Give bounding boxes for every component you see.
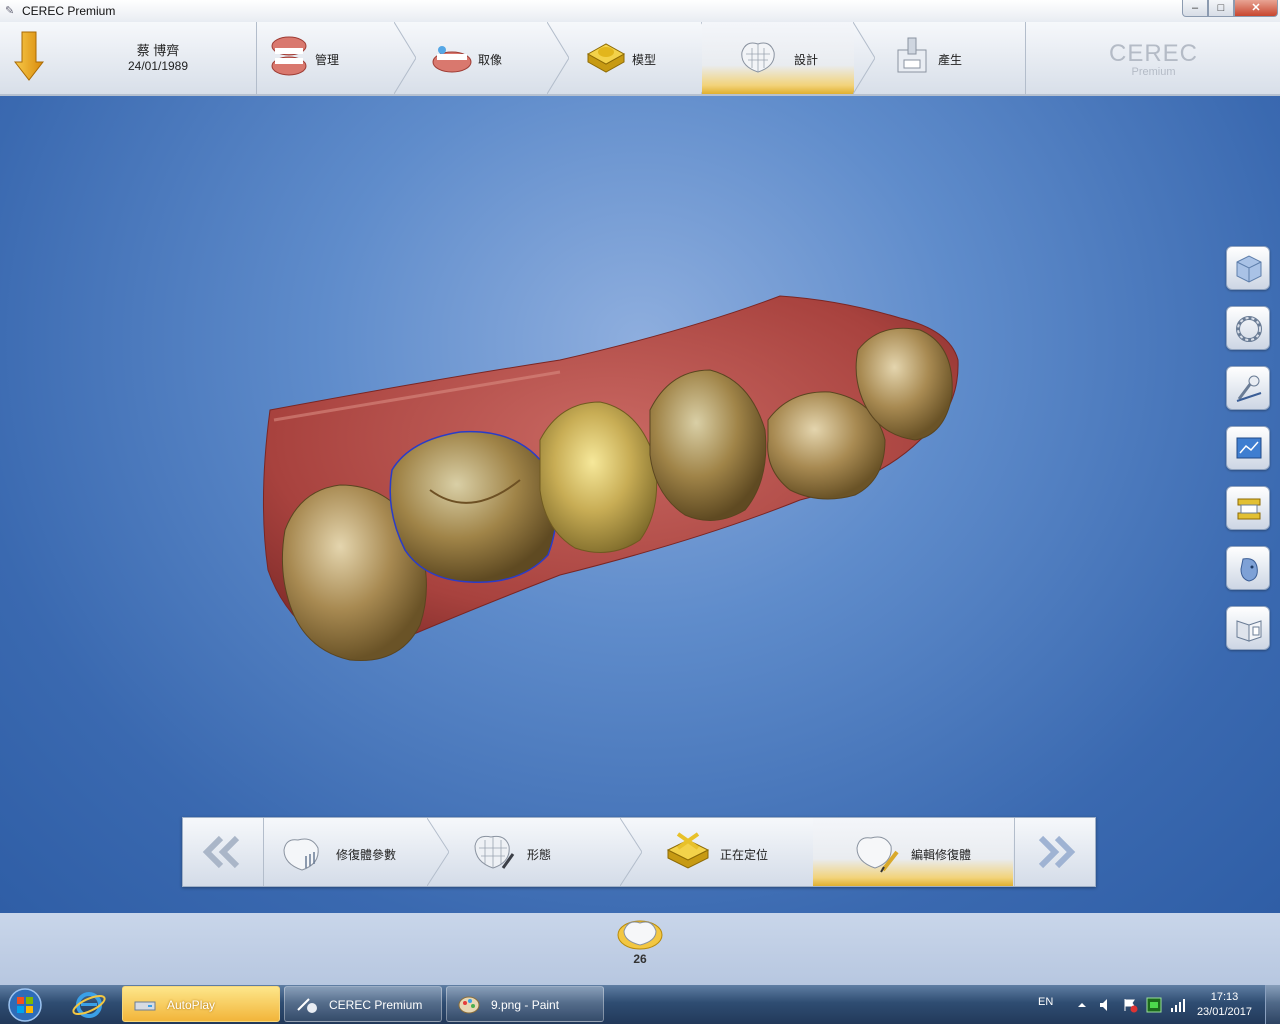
clock-date: 23/01/2017 [1196, 1006, 1252, 1018]
back-arrow-icon [14, 31, 44, 81]
tab-scan-label: 取像 [478, 53, 503, 67]
taskbar-autoplay[interactable]: AutoPlay [122, 986, 280, 1022]
patient-dob: 24/01/1989 [127, 59, 189, 73]
model-icon [586, 43, 626, 73]
analysis-screen-icon [1236, 437, 1262, 459]
restoration-tooth-icon[interactable] [614, 913, 666, 953]
scan-icon [432, 46, 472, 73]
paint-icon [458, 996, 480, 1014]
3d-viewport[interactable] [0, 96, 1280, 913]
jaw-icon [271, 36, 307, 76]
view-cube-icon [1236, 255, 1262, 283]
documents-icon [1236, 620, 1262, 642]
milling-icon [897, 37, 927, 73]
taskbar-autoplay-label: AutoPlay [167, 998, 216, 1012]
patient-info[interactable]: 蔡 博齊 24/01/1989 [0, 22, 257, 94]
tab-manage-label: 管理 [315, 53, 340, 67]
clock[interactable]: 17:13 23/01/2017 [1197, 990, 1252, 1020]
step-separator [394, 22, 416, 94]
signal-icon[interactable] [1170, 997, 1186, 1013]
cerec-logo: CEREC Premium [1025, 22, 1280, 94]
tab-scan[interactable]: 取像 [420, 22, 548, 94]
articulator-button[interactable] [1226, 486, 1270, 530]
step-positioning-label: 正在定位 [720, 848, 769, 862]
rotate-button[interactable] [1226, 306, 1270, 350]
taskbar-cerec[interactable]: CEREC Premium [284, 986, 442, 1022]
volume-icon[interactable] [1098, 997, 1114, 1013]
show-hidden-icons-icon[interactable] [1074, 997, 1090, 1013]
show-desktop-button[interactable] [1265, 985, 1280, 1024]
patient-name: 蔡 博齊 [136, 43, 180, 58]
cerec-app-icon [297, 998, 317, 1013]
taskbar-paint[interactable]: 9.png - Paint [446, 986, 604, 1022]
step-restoration-parameters[interactable]: 修復體參數 [264, 818, 428, 886]
step-separator [853, 22, 875, 94]
positioning-icon [666, 832, 710, 869]
restoration-strip: 26 [0, 913, 1280, 985]
minimize-button[interactable]: – [1182, 0, 1208, 17]
start-button[interactable] [4, 986, 46, 1023]
drive-icon [134, 1001, 156, 1011]
taskbar: AutoPlay CEREC Premium 9.png - Paint EN … [0, 985, 1280, 1024]
face-icon [1240, 558, 1258, 582]
action-center-icon[interactable] [1122, 997, 1138, 1013]
step-separator [547, 22, 569, 94]
tab-design[interactable]: 設計 [702, 22, 854, 94]
clock-time: 17:13 [1210, 991, 1239, 1003]
design-step-bar: 修復體參數 形態 正在定位 編輯修復體 [182, 817, 1096, 887]
edit-restoration-icon [856, 836, 899, 873]
morphology-tooth-icon [474, 835, 515, 869]
tab-produce[interactable]: 產生 [880, 22, 1024, 94]
documents-button[interactable] [1226, 606, 1270, 650]
step-separator [620, 818, 642, 886]
step-morphology-label: 形態 [527, 848, 552, 862]
window-title: CEREC Premium [22, 4, 116, 18]
step-edit-restoration-label: 編輯修復體 [911, 848, 972, 862]
brand-name: CEREC [1108, 40, 1198, 67]
double-chevron-left-icon [202, 835, 240, 869]
articulator-icon [1237, 498, 1261, 520]
tab-model-label: 模型 [632, 53, 657, 67]
tab-model[interactable]: 模型 [574, 22, 702, 94]
instrument-button[interactable] [1226, 366, 1270, 410]
design-icon [741, 42, 775, 73]
tool-instrument-icon [1236, 375, 1262, 402]
view-cube-button[interactable] [1226, 246, 1270, 290]
workflow-bar: 蔡 博齊 24/01/1989 管理 取像 模型 設計 產生 CEREC Pre… [0, 22, 1280, 96]
network-monitor-icon[interactable] [1146, 997, 1162, 1013]
previous-step-button[interactable] [183, 818, 264, 886]
double-chevron-right-icon [1038, 835, 1076, 869]
step-restoration-parameters-label: 修復體參數 [336, 848, 397, 862]
tab-design-label: 設計 [794, 53, 819, 67]
face-button[interactable] [1226, 546, 1270, 590]
language-indicator[interactable]: EN [1038, 996, 1053, 1008]
tab-manage[interactable]: 管理 [257, 22, 395, 94]
window-controls: – □ ✕ [1182, 0, 1278, 18]
analysis-button[interactable] [1226, 426, 1270, 470]
step-separator [427, 818, 449, 886]
app-icon: ✎ [5, 5, 15, 17]
taskbar-cerec-label: CEREC Premium [329, 998, 423, 1012]
dental-model[interactable] [0, 96, 1280, 913]
ie-icon[interactable] [64, 987, 114, 1022]
tooth-number: 26 [633, 952, 647, 966]
tooth-molar-2-restoration [389, 430, 558, 584]
taskbar-paint-label: 9.png - Paint [491, 998, 560, 1012]
tab-produce-label: 產生 [938, 53, 963, 67]
step-edit-restoration[interactable]: 編輯修復體 [813, 818, 1013, 886]
window-titlebar: ✎ CEREC Premium – □ ✕ [0, 0, 1280, 23]
step-positioning[interactable]: 正在定位 [642, 818, 814, 886]
next-step-button[interactable] [1014, 818, 1095, 886]
system-tray: EN 17:13 23/01/2017 [1030, 985, 1280, 1024]
maximize-button[interactable]: □ [1208, 0, 1234, 17]
rotate-ring-icon [1236, 316, 1262, 342]
step-morphology[interactable]: 形態 [449, 818, 621, 886]
brand-edition: Premium [1131, 66, 1176, 78]
close-button[interactable]: ✕ [1234, 0, 1278, 17]
parameters-tooth-icon [283, 838, 319, 871]
